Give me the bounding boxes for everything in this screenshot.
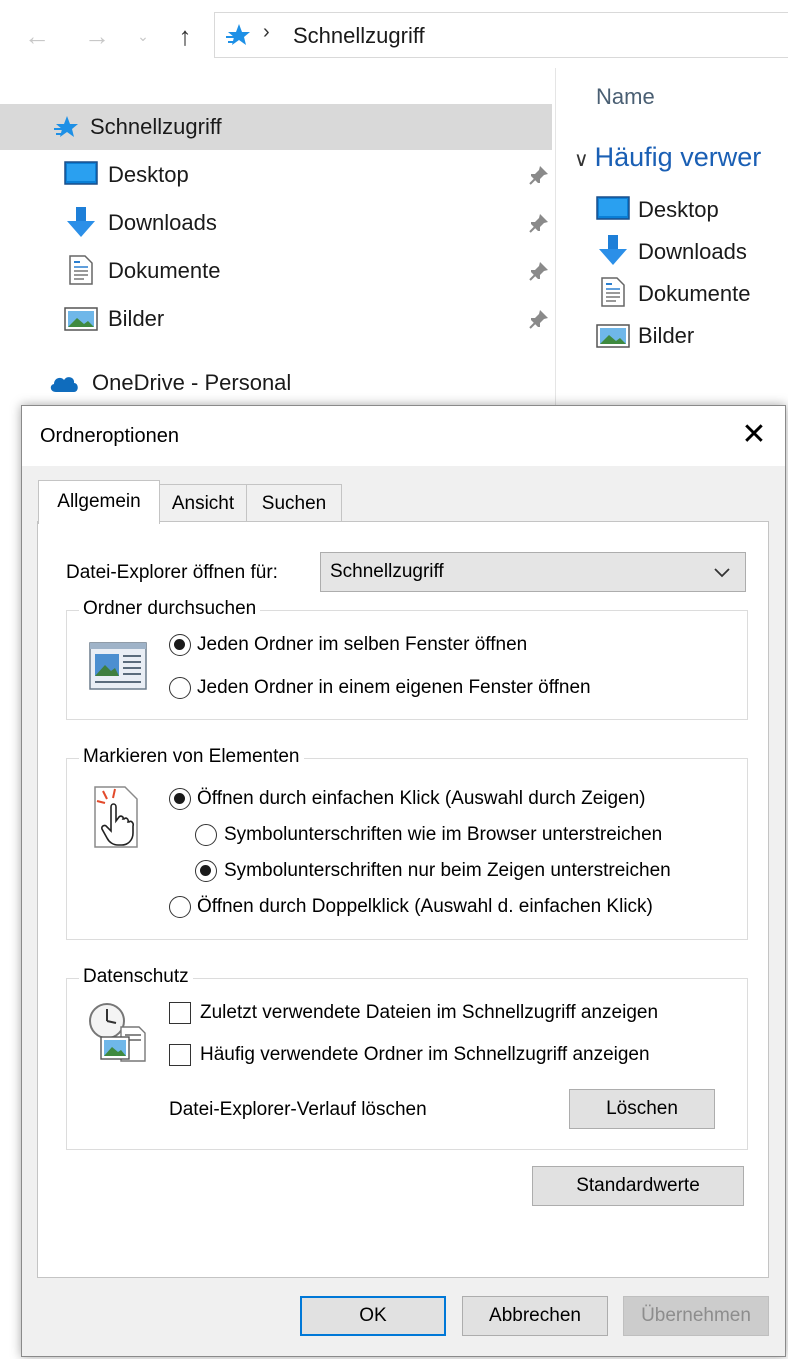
radio-single-click-label[interactable]: Öffnen durch einfachen Klick (Auswahl du… — [197, 788, 646, 810]
group-header-label: Häufig verwer — [594, 142, 762, 172]
radio-new-window[interactable] — [169, 677, 191, 699]
clear-history-button[interactable]: Löschen — [569, 1089, 715, 1129]
pictures-icon — [64, 307, 98, 331]
radio-same-window-label[interactable]: Jeden Ordner im selben Fenster öffnen — [197, 634, 527, 656]
click-items-legend: Markieren von Elementen — [79, 746, 304, 768]
desktop-icon — [64, 161, 98, 185]
radio-underline-hover-label[interactable]: Symbolunterschriften nur beim Zeigen unt… — [224, 860, 671, 882]
ok-button[interactable]: OK — [300, 1296, 446, 1336]
sidebar-item-downloads[interactable]: Downloads — [0, 200, 552, 246]
radio-double-click-label[interactable]: Öffnen durch Doppelklick (Auswahl d. ein… — [197, 896, 653, 918]
radio-new-window-label[interactable]: Jeden Ordner in einem eigenen Fenster öf… — [197, 677, 591, 699]
radio-double-click[interactable] — [169, 896, 191, 918]
close-button[interactable]: ✕ — [737, 418, 771, 452]
list-item-label: Downloads — [638, 239, 747, 264]
tab-view[interactable]: Ansicht — [159, 484, 247, 522]
sidebar-item-label: Dokumente — [108, 258, 221, 283]
recent-files-clock-icon — [89, 1003, 146, 1062]
pin-icon[interactable] — [528, 260, 550, 282]
sidebar-item-pictures[interactable]: Bilder — [0, 296, 552, 342]
quick-access-star-icon — [226, 24, 250, 45]
sidebar-item-label: Bilder — [108, 306, 165, 331]
sidebar-item-onedrive[interactable]: OneDrive - Personal — [0, 360, 552, 406]
pin-icon[interactable] — [528, 308, 550, 330]
chevron-down-icon: ∨ — [574, 149, 589, 171]
documents-icon — [601, 277, 625, 307]
open-explorer-select[interactable]: Schnellzugriff — [320, 552, 746, 592]
checkbox-frequent-folders[interactable] — [169, 1044, 191, 1066]
radio-underline-always-label[interactable]: Symbolunterschriften wie im Browser unte… — [224, 824, 662, 846]
list-item-label: Desktop — [638, 197, 719, 222]
list-item-label: Bilder — [638, 323, 695, 348]
radio-single-click[interactable] — [169, 788, 191, 810]
click-items-group: Markieren von Elementen Öffnen durch ein… — [66, 746, 748, 940]
chevron-down-icon[interactable]: ⌄ — [132, 18, 154, 54]
sidebar-item-documents[interactable]: Dokumente — [0, 248, 552, 294]
apply-button[interactable]: Übernehmen — [623, 1296, 769, 1336]
cancel-button[interactable]: Abbrechen — [462, 1296, 608, 1336]
address-bar[interactable]: › Schnellzugriff — [214, 12, 788, 58]
general-tab-panel: Datei-Explorer öffnen für: Schnellzugrif… — [37, 521, 769, 1278]
browse-folders-legend: Ordner durchsuchen — [79, 598, 261, 620]
folder-options-dialog: Ordneroptionen ✕ Allgemein Ansicht Suche… — [21, 405, 786, 1357]
list-item-label: Dokumente — [638, 281, 751, 306]
downloads-icon — [67, 207, 95, 237]
navigation-pane: Schnellzugriff Desktop Downloads Dokumen… — [0, 68, 556, 408]
dialog-titlebar[interactable]: Ordneroptionen ✕ — [22, 406, 785, 466]
tab-search[interactable]: Suchen — [246, 484, 342, 522]
radio-underline-hover[interactable] — [195, 860, 217, 882]
onedrive-cloud-icon — [50, 377, 78, 392]
sidebar-item-label: OneDrive - Personal — [92, 370, 292, 395]
up-arrow-icon[interactable]: ↑ — [170, 18, 200, 54]
pin-icon[interactable] — [528, 212, 550, 234]
back-arrow-icon[interactable]: ← — [22, 18, 52, 54]
radio-same-window[interactable] — [169, 634, 191, 656]
restore-defaults-button[interactable]: Standardwerte — [532, 1166, 744, 1206]
quick-access-star-icon — [54, 116, 78, 137]
single-click-hand-icon — [94, 786, 138, 848]
chevron-down-icon — [714, 568, 730, 578]
checkbox-recent-files[interactable] — [169, 1002, 191, 1024]
dialog-title: Ordneroptionen — [40, 425, 179, 447]
radio-underline-always[interactable] — [195, 824, 217, 846]
sidebar-item-label: Schnellzugriff — [90, 114, 222, 139]
privacy-legend: Datenschutz — [79, 966, 193, 988]
breadcrumb-separator: › — [263, 21, 270, 43]
pin-icon[interactable] — [528, 164, 550, 186]
browse-folders-group: Ordner durchsuchen Jeden Ordner im selbe… — [66, 598, 748, 720]
open-explorer-value: Schnellzugriff — [330, 561, 444, 582]
checkbox-recent-files-label[interactable]: Zuletzt verwendete Dateien im Schnellzug… — [200, 1002, 658, 1024]
pictures-icon — [596, 324, 630, 348]
frequent-folders-group-header[interactable]: ∨ Häufig verwer — [574, 142, 761, 173]
breadcrumb-path[interactable]: Schnellzugriff — [293, 23, 425, 49]
tab-general[interactable]: Allgemein — [38, 480, 160, 524]
sidebar-item-label: Downloads — [108, 210, 217, 235]
checkbox-frequent-folders-label[interactable]: Häufig verwendete Ordner im Schnellzugri… — [200, 1044, 650, 1066]
open-explorer-label: Datei-Explorer öffnen für: — [66, 562, 278, 583]
clear-history-label: Datei-Explorer-Verlauf löschen — [169, 1099, 427, 1120]
forward-arrow-icon[interactable]: → — [82, 18, 112, 54]
documents-icon — [69, 255, 93, 285]
desktop-icon — [596, 196, 630, 220]
name-column-header[interactable]: Name — [596, 84, 655, 110]
sidebar-item-desktop[interactable]: Desktop — [0, 152, 552, 198]
sidebar-item-quick-access[interactable]: Schnellzugriff — [0, 104, 552, 150]
sidebar-item-label: Desktop — [108, 162, 189, 187]
privacy-group: Datenschutz Zuletzt verwendete Dateien i… — [66, 966, 748, 1150]
downloads-icon — [599, 235, 627, 265]
window-browse-icon — [89, 642, 147, 690]
